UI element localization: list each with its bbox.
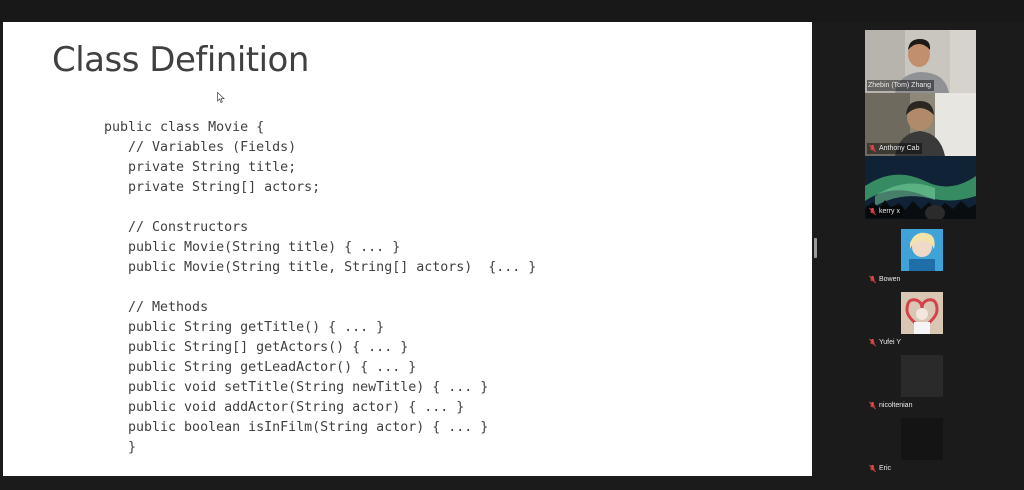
code-line: public Movie(String title) { ... } (104, 240, 401, 255)
participant-tile[interactable]: Zhebin (Tom) Zhang (865, 30, 976, 93)
participant-name: kerry x (879, 208, 900, 215)
code-line: public String getTitle() { ... } (104, 320, 385, 335)
code-line: private String[] actors; (104, 180, 321, 195)
participant-name-tag: kerry x (867, 206, 903, 217)
avatar (901, 229, 943, 271)
participant-name: Zhebin (Tom) Zhang (868, 82, 932, 89)
mic-muted-icon (869, 207, 876, 216)
code-line: public void addActor(String actor) { ...… (104, 400, 465, 415)
code-line: public void setTitle(String newTitle) { … (104, 380, 489, 395)
code-line: // Variables (Fields) (104, 140, 297, 155)
participant-tile[interactable]: Anthony Cab (865, 93, 976, 156)
mouse-cursor-icon (217, 92, 225, 104)
top-bar (0, 0, 1024, 22)
shared-screen: Class Definition public class Movie { //… (3, 22, 812, 476)
mic-muted-icon (869, 144, 876, 153)
participant-name-tag: Anthony Cab (867, 143, 923, 154)
participant-tile[interactable]: kerry x (865, 156, 976, 219)
participant-tile[interactable]: nicoltenian (865, 345, 976, 410)
participant-tile[interactable]: Eric (865, 408, 976, 474)
code-line: public Movie(String title, String[] acto… (104, 260, 537, 275)
panel-resize-handle[interactable] (814, 238, 817, 258)
participant-name: Eric (879, 465, 892, 472)
participant-gallery: Zhebin (Tom) Zhang Anthony Cab kerry x B… (862, 30, 982, 474)
code-block: public class Movie { // Variables (Field… (104, 118, 536, 458)
avatar (901, 355, 943, 397)
participant-name: Anthony Cab (879, 145, 920, 152)
code-line: public String getLeadActor() { ... } (104, 360, 417, 375)
code-line: // Methods (104, 300, 209, 315)
participant-tile[interactable]: Yufei Y (865, 282, 976, 347)
code-line: private String title; (104, 160, 297, 175)
participant-name-tag: Eric (867, 463, 894, 474)
participant-tile[interactable]: Bowen (865, 219, 976, 284)
avatar (901, 292, 943, 334)
code-line: public class Movie { (104, 120, 265, 135)
code-line: // Constructors (104, 220, 249, 235)
participant-name-tag: Zhebin (Tom) Zhang (867, 80, 935, 91)
mic-muted-icon (869, 464, 876, 473)
code-line: public boolean isInFilm(String actor) { … (104, 420, 489, 435)
code-line: } (104, 440, 137, 455)
avatar (901, 418, 943, 460)
code-line: public String[] getActors() { ... } (104, 340, 409, 355)
slide-title: Class Definition (52, 40, 309, 80)
